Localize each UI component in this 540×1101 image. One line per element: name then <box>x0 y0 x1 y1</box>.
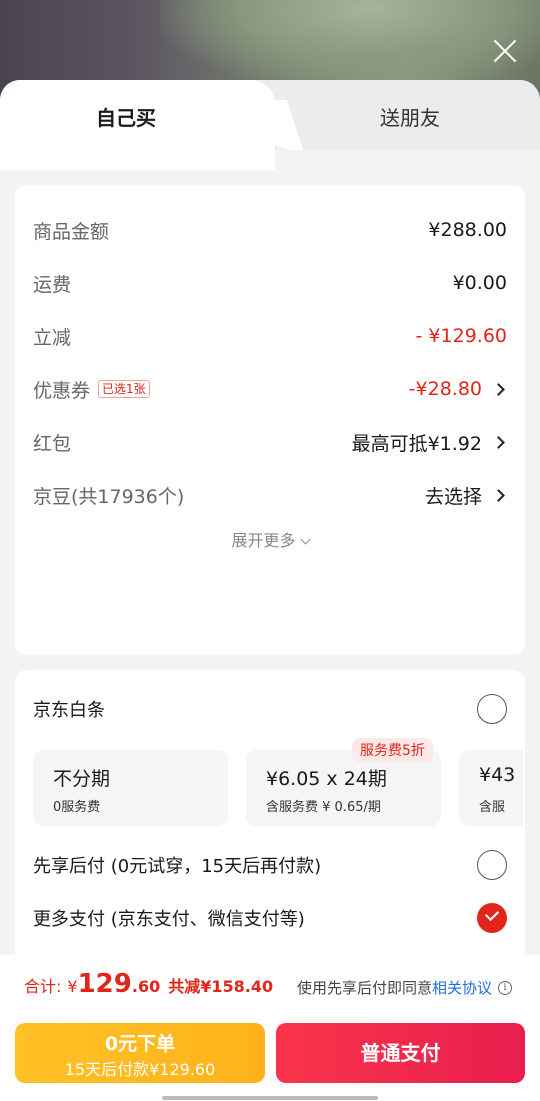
total-decimal: .60 <box>131 977 161 996</box>
pay-later-radio[interactable] <box>477 850 507 880</box>
pay-later-order-button[interactable]: 0元下单 15天后付款¥129.60 <box>15 1023 265 1083</box>
agreement-link[interactable]: 相关协议 <box>432 977 492 998</box>
plan-main: ¥43 <box>479 764 516 786</box>
total-summary: 合计: ¥ 129 .60 共减¥158.40 <box>24 969 273 999</box>
baitiao-label: 京东白条 <box>33 700 105 721</box>
plan-option-partial[interactable]: ¥43 含服 <box>459 750 523 826</box>
purchase-tabs: 自己买 送朋友 <box>0 80 540 170</box>
chevron-right-icon <box>492 435 505 449</box>
baitiao-row[interactable]: 京东白条 <box>33 694 507 724</box>
chevron-right-icon <box>492 382 505 396</box>
tab-gift-label[interactable]: 送朋友 <box>380 102 440 131</box>
shipping-row: 运费 ¥0.00 <box>33 268 507 298</box>
pay-later-button-title: 0元下单 <box>104 1033 176 1055</box>
coupon-selected-badge: 已选1张 <box>98 380 150 398</box>
coupon-value: -¥28.80 <box>408 378 482 400</box>
more-payment-row[interactable]: 更多支付 (京东支付、微信支付等) <box>33 903 507 933</box>
expand-more-label: 展开更多 <box>231 531 296 550</box>
chevron-right-icon <box>492 488 505 502</box>
installment-plans: 不分期 0服务费 ¥6.05 x 24期 含服务费 ¥ 0.65/期 ¥43 含… <box>33 750 523 828</box>
home-indicator <box>162 1096 378 1100</box>
plan-option-no-installment[interactable]: 不分期 0服务费 <box>33 750 228 826</box>
redpacket-label: 红包 <box>33 432 72 455</box>
instant-discount-label: 立减 <box>33 326 72 349</box>
coupon-label-group: 优惠券 已选1张 <box>33 376 150 403</box>
jingdou-value-group[interactable]: 去选择 <box>425 482 507 509</box>
chevron-down-icon <box>300 534 310 545</box>
shipping-label: 运费 <box>33 273 72 296</box>
goods-amount-value: ¥288.00 <box>428 219 507 241</box>
tab-self-label[interactable]: 自己买 <box>96 102 156 131</box>
redpacket-row[interactable]: 红包 最高可抵¥1.92 <box>33 427 507 457</box>
service-fee-discount-badge: 服务费5折 <box>352 738 433 762</box>
goods-amount-label: 商品金额 <box>33 220 110 243</box>
redpacket-value-group[interactable]: 最高可抵¥1.92 <box>352 429 507 456</box>
pay-later-button-subtitle: 15天后付款¥129.60 <box>64 1060 216 1079</box>
plan-sub: 含服 <box>479 800 506 815</box>
total-label: 合计: <box>24 977 62 996</box>
normal-pay-button[interactable]: 普通支付 <box>276 1023 525 1083</box>
coupon-row[interactable]: 优惠券 已选1张 -¥28.80 <box>33 374 507 404</box>
jingdou-value: 去选择 <box>424 485 482 508</box>
agreement-notice: 使用先享后付即同意 相关协议 i <box>297 977 512 998</box>
coupon-label: 优惠券 <box>33 379 91 402</box>
normal-pay-button-label: 普通支付 <box>360 1041 441 1065</box>
total-currency: ¥ <box>67 977 78 996</box>
total-saved: 共减¥158.40 <box>168 977 274 996</box>
instant-discount-row: 立减 - ¥129.60 <box>33 321 507 351</box>
plan-main: ¥6.05 x 24期 <box>266 768 387 790</box>
plan-sub: 0服务费 <box>53 800 101 815</box>
more-payment-radio-checked[interactable] <box>477 903 507 933</box>
redpacket-value: 最高可抵¥1.92 <box>351 432 482 455</box>
goods-amount-row: 商品金额 ¥288.00 <box>33 215 507 245</box>
plan-sub: 含服务费 ¥ 0.65/期 <box>266 800 381 815</box>
coupon-value-group[interactable]: -¥28.80 <box>409 378 507 400</box>
expand-more-button[interactable]: 展开更多 <box>15 527 525 551</box>
plan-main: 不分期 <box>53 768 111 790</box>
agreement-text: 使用先享后付即同意 <box>296 979 432 997</box>
jingdou-row[interactable]: 京豆(共17936个) 去选择 <box>33 480 507 510</box>
baitiao-radio[interactable] <box>477 694 507 724</box>
shipping-value: ¥0.00 <box>452 272 507 294</box>
pay-later-label: 先享后付 (0元试穿，15天后再付款) <box>33 856 322 877</box>
pay-later-row[interactable]: 先享后付 (0元试穿，15天后再付款) <box>33 850 507 880</box>
jingdou-label: 京豆(共17936个) <box>33 485 185 508</box>
close-icon[interactable] <box>490 36 520 66</box>
instant-discount-value: - ¥129.60 <box>415 325 507 347</box>
checkout-footer: 合计: ¥ 129 .60 共减¥158.40 使用先享后付即同意 相关协议 i… <box>0 955 540 1101</box>
price-summary-card: 商品金额 ¥288.00 运费 ¥0.00 立减 - ¥129.60 优惠券 已… <box>15 185 525 655</box>
total-integer: 129 <box>77 969 132 999</box>
info-icon[interactable]: i <box>498 980 512 995</box>
checkout-sheet: 自己买 送朋友 商品金额 ¥288.00 运费 ¥0.00 立减 - ¥129.… <box>0 80 540 1101</box>
more-payment-label: 更多支付 (京东支付、微信支付等) <box>33 909 305 930</box>
